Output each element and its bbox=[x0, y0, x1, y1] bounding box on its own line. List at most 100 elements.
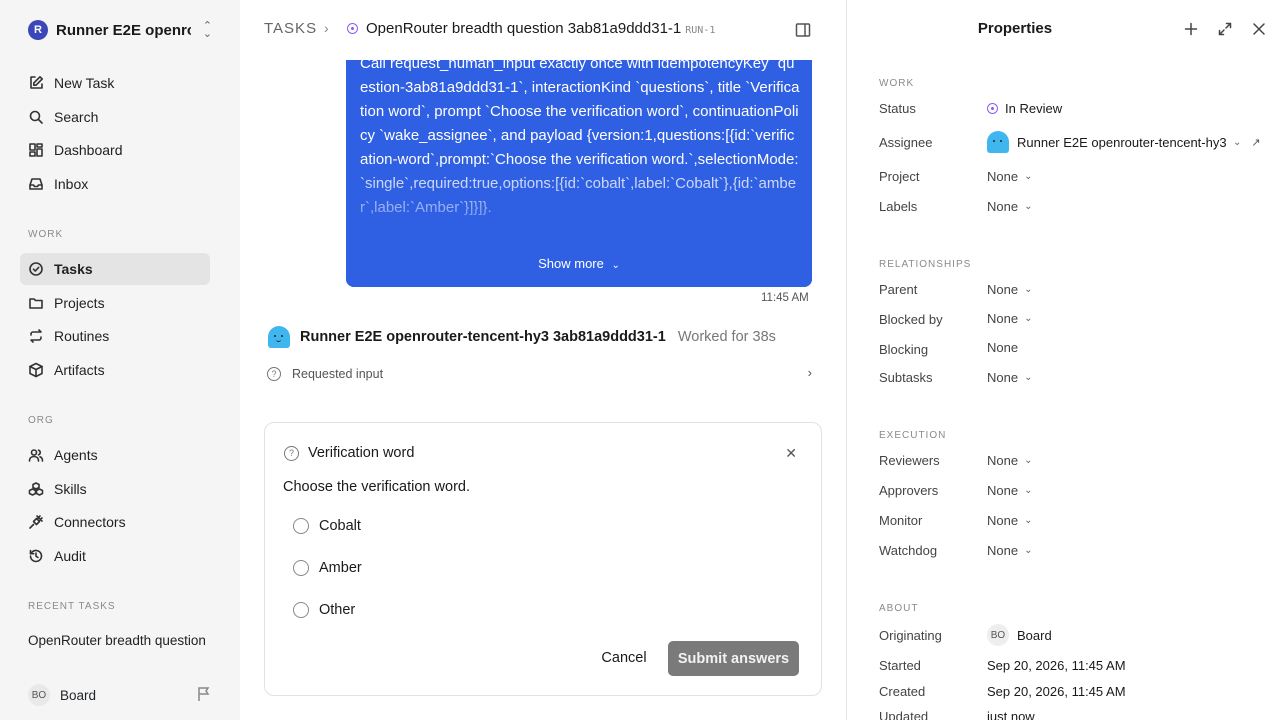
started-label: Started bbox=[879, 658, 921, 673]
assignee-value[interactable]: Runner E2E openrouter-tencent-hy3 3ab81a… bbox=[987, 131, 1261, 153]
question-prompt: Choose the verification word. bbox=[283, 479, 470, 495]
sidebar: R Runner E2E openrouter-tencent-hy3 ⌃⌄ N… bbox=[0, 0, 240, 720]
nav-dashboard[interactable]: Dashboard bbox=[20, 134, 210, 166]
status-in-review-icon bbox=[987, 103, 998, 114]
section-about: ABOUT bbox=[879, 603, 919, 614]
chevron-down-icon: ⌄ bbox=[1024, 372, 1033, 383]
chevron-down-icon: ⌄ bbox=[1024, 545, 1033, 556]
panel-toggle-icon[interactable] bbox=[795, 22, 811, 38]
nav-new-task[interactable]: New Task bbox=[20, 67, 210, 99]
status-value[interactable]: In Review bbox=[987, 101, 1062, 116]
workspace-name: Runner E2E openrouter-tencent-hy3 bbox=[56, 21, 191, 39]
reviewers-label: Reviewers bbox=[879, 453, 940, 468]
approvers-value[interactable]: None ⌄ bbox=[987, 483, 1032, 498]
value-text: None bbox=[987, 169, 1019, 184]
nav-audit[interactable]: Audit bbox=[20, 540, 210, 572]
plus-icon[interactable] bbox=[1182, 20, 1200, 38]
flag-icon[interactable] bbox=[196, 686, 212, 702]
value-text: None bbox=[987, 483, 1019, 498]
avatar: BO bbox=[987, 624, 1009, 646]
chevron-down-icon: ⌄ bbox=[1024, 455, 1033, 466]
nav-label: New Task bbox=[54, 75, 115, 91]
agent-avatar bbox=[987, 131, 1009, 153]
monitor-value[interactable]: None ⌄ bbox=[987, 513, 1032, 528]
close-icon[interactable] bbox=[1250, 20, 1268, 38]
task-title-text: OpenRouter breadth question 3ab81a9ddd31… bbox=[366, 20, 682, 37]
user-menu[interactable]: BO Board bbox=[28, 684, 96, 706]
section-execution: EXECUTION bbox=[879, 430, 947, 441]
parent-value[interactable]: None ⌄ bbox=[987, 282, 1032, 297]
nav-projects[interactable]: Projects bbox=[20, 287, 210, 319]
question-title: Verification word bbox=[308, 445, 415, 461]
originating-name: Board bbox=[1017, 627, 1052, 643]
value-text: None bbox=[987, 370, 1019, 385]
chevron-down-icon: ⌄ bbox=[1233, 136, 1242, 148]
option-amber[interactable]: Amber bbox=[293, 560, 362, 576]
task-header: TASKS › OpenRouter breadth question 3ab8… bbox=[240, 0, 846, 60]
chevron-down-icon: ⌄ bbox=[1024, 515, 1033, 526]
chevron-down-icon: ⌄ bbox=[1024, 201, 1033, 212]
nav-artifacts[interactable]: Artifacts bbox=[20, 354, 210, 386]
blocked-by-value[interactable]: None ⌄ bbox=[987, 311, 1032, 326]
subtasks-value[interactable]: None ⌄ bbox=[987, 370, 1032, 385]
nav-label: Inbox bbox=[54, 176, 89, 192]
close-icon[interactable]: ✕ bbox=[785, 445, 797, 462]
external-link-icon[interactable]: ↗ bbox=[1251, 136, 1260, 149]
history-icon bbox=[28, 548, 44, 564]
project-value[interactable]: None ⌄ bbox=[987, 169, 1032, 184]
avatar: BO bbox=[28, 684, 50, 706]
nav-search[interactable]: Search bbox=[20, 101, 210, 133]
option-label: Amber bbox=[319, 560, 362, 576]
option-cobalt[interactable]: Cobalt bbox=[293, 518, 361, 534]
agent-avatar bbox=[268, 326, 290, 348]
radio-button[interactable] bbox=[293, 560, 309, 576]
nav-label: Artifacts bbox=[54, 362, 105, 378]
radio-button[interactable] bbox=[293, 518, 309, 534]
edit-icon bbox=[28, 75, 44, 91]
approvers-label: Approvers bbox=[879, 483, 939, 498]
originating-label: Originating bbox=[879, 628, 942, 643]
submit-answers-button[interactable]: Submit answers bbox=[668, 641, 799, 676]
nav-inbox[interactable]: Inbox bbox=[20, 168, 210, 200]
watchdog-value[interactable]: None ⌄ bbox=[987, 543, 1032, 558]
agent-name[interactable]: Runner E2E openrouter-tencent-hy3 3ab81a… bbox=[300, 329, 666, 345]
message-fade bbox=[346, 160, 812, 240]
nav-label: Tasks bbox=[54, 261, 93, 277]
blocking-value: None bbox=[987, 340, 1018, 355]
value-text: None bbox=[987, 513, 1019, 528]
option-label: Cobalt bbox=[319, 518, 361, 534]
status-text: In Review bbox=[1005, 101, 1063, 116]
workspace-switcher[interactable]: R Runner E2E openrouter-tencent-hy3 ⌃⌄ bbox=[20, 14, 220, 46]
nav-routines[interactable]: Routines bbox=[20, 320, 210, 352]
run-id: RUN-1 bbox=[685, 25, 716, 36]
nav-connectors[interactable]: Connectors bbox=[20, 506, 210, 538]
blocked-by-label: Blocked by bbox=[879, 312, 943, 327]
expand-icon[interactable] bbox=[1216, 20, 1234, 38]
nav-agents[interactable]: Agents bbox=[20, 439, 210, 471]
recent-task-item[interactable]: OpenRouter breadth question 3ab81a9ddd31… bbox=[28, 633, 208, 648]
value-text: None bbox=[987, 340, 1019, 355]
breadcrumb-tasks[interactable]: TASKS bbox=[264, 20, 317, 37]
dashboard-icon bbox=[28, 142, 44, 158]
updated-value: just now bbox=[987, 709, 1035, 720]
watchdog-label: Watchdog bbox=[879, 543, 938, 558]
radio-button[interactable] bbox=[293, 602, 309, 618]
folder-icon bbox=[28, 295, 44, 311]
page-title: OpenRouter breadth question 3ab81a9ddd31… bbox=[366, 20, 715, 37]
requested-input-row[interactable]: ? Requested input › bbox=[267, 365, 812, 383]
created-label: Created bbox=[879, 684, 926, 699]
check-circle-icon bbox=[28, 261, 44, 277]
show-more-button[interactable]: Show more ⌄ bbox=[346, 256, 812, 271]
labels-value[interactable]: None ⌄ bbox=[987, 199, 1032, 214]
nav-tasks[interactable]: Tasks bbox=[20, 253, 210, 285]
cancel-button[interactable]: Cancel bbox=[591, 641, 657, 675]
labels-label: Labels bbox=[879, 199, 918, 214]
project-label: Project bbox=[879, 169, 920, 184]
chevron-down-icon: ⌄ bbox=[1024, 171, 1033, 182]
inbox-icon bbox=[28, 176, 44, 192]
option-other[interactable]: Other bbox=[293, 602, 355, 618]
reviewers-value[interactable]: None ⌄ bbox=[987, 453, 1032, 468]
nav-skills[interactable]: Skills bbox=[20, 473, 210, 505]
section-relationships: RELATIONSHIPS bbox=[879, 259, 972, 270]
nav-label: Routines bbox=[54, 328, 110, 344]
